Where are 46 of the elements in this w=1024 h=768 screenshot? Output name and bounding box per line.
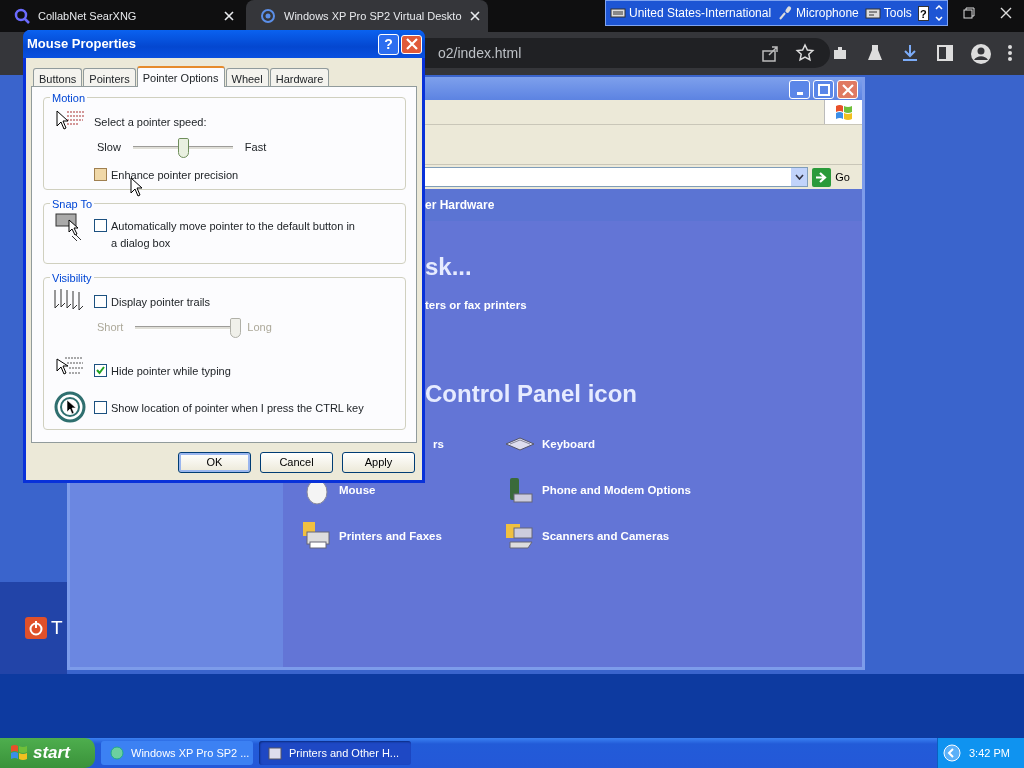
- checkbox-label[interactable]: Display pointer trails: [111, 294, 211, 311]
- header-title: er Hardware: [425, 197, 495, 214]
- checkbox-label[interactable]: Enhance pointer precision: [111, 166, 239, 183]
- menu-item-label[interactable]: T: [51, 613, 63, 643]
- language-bar-item[interactable]: Tools: [883, 4, 912, 22]
- browser-tab[interactable]: CollabNet SearXNG: [0, 0, 242, 32]
- start-label: start: [33, 742, 70, 765]
- tab[interactable]: Hardware: [269, 68, 330, 86]
- section-heading: Control Panel icon: [425, 379, 637, 410]
- tab[interactable]: Pointer Options: [136, 66, 225, 87]
- control-panel-item[interactable]: rs: [433, 435, 444, 453]
- checkbox-label[interactable]: Automatically move pointer to the default button in a dialog box: [111, 218, 364, 251]
- control-panel-item[interactable]: Scanners and Cameras: [542, 527, 670, 545]
- control-panel-item[interactable]: Phone and Modem Options: [542, 481, 691, 499]
- slider-label: Long: [247, 320, 272, 336]
- go-button[interactable]: Go: [835, 168, 850, 186]
- slider-label: Fast: [244, 140, 267, 156]
- tab-title: CollabNet SearXNG: [38, 8, 138, 24]
- checkbox-label[interactable]: Hide pointer while typing: [111, 362, 231, 379]
- taskbar-button[interactable]: Windows XP Pro SP2 ...: [101, 741, 253, 765]
- taskbar-label: Windows XP Pro SP2 ...: [131, 745, 250, 761]
- dialog-button[interactable]: Apply: [342, 452, 415, 473]
- slider-label: Slow: [97, 140, 121, 156]
- tab[interactable]: Buttons: [33, 68, 83, 86]
- field-label: Select a pointer speed:: [94, 115, 208, 130]
- taskbar-label: Printers and Other H...: [289, 745, 400, 761]
- control-panel-item[interactable]: Mouse: [339, 481, 376, 499]
- task-link[interactable]: ters or fax printers: [425, 297, 527, 315]
- dialog-button[interactable]: Cancel: [260, 452, 333, 473]
- tab-title: Windows XP Pro SP2 Virtual Deskto: [284, 8, 462, 24]
- language-bar-item[interactable]: United States-International: [629, 4, 772, 22]
- taskbar-button[interactable]: Printers and Other H...: [259, 741, 411, 765]
- section-heading: sk...: [425, 252, 472, 282]
- control-panel-item[interactable]: Printers and Faxes: [339, 527, 442, 545]
- tab[interactable]: Wheel: [225, 68, 269, 86]
- help-button[interactable]: ?: [917, 5, 929, 21]
- clock: 3:42 PM: [969, 745, 1010, 761]
- tab[interactable]: Pointers: [83, 68, 136, 86]
- slider-label: Short: [97, 320, 124, 336]
- help-button[interactable]: ?: [378, 33, 399, 55]
- checkbox-label[interactable]: Show location of pointer when I press the CTRL key: [111, 399, 364, 416]
- url-text: o2/index.html: [438, 43, 522, 63]
- language-bar-item[interactable]: Microphone: [796, 4, 859, 22]
- browser-tab[interactable]: Windows XP Pro SP2 Virtual Deskto: [246, 0, 488, 32]
- dialog-button[interactable]: OK: [178, 452, 251, 473]
- control-panel-item[interactable]: Keyboard: [542, 435, 596, 453]
